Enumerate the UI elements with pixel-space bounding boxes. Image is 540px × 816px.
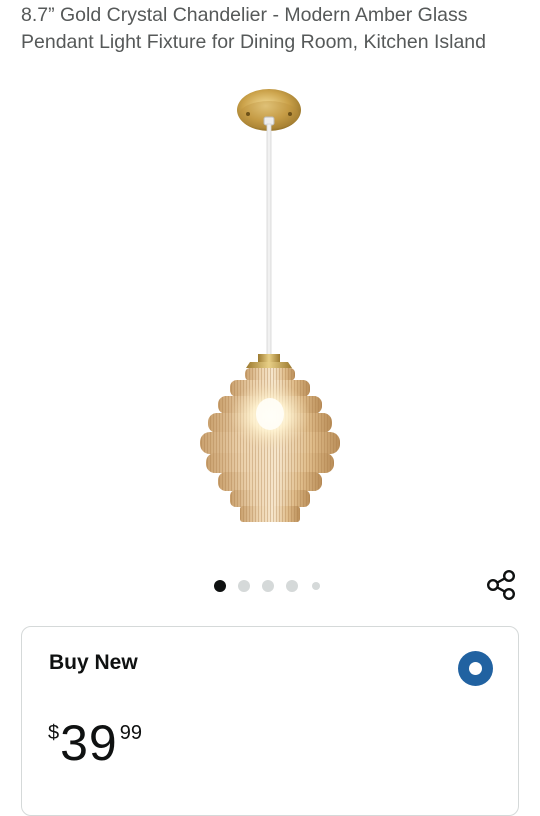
product-title: 8.7” Gold Crystal Chandelier - Modern Am… [21, 4, 487, 53]
price-fraction: 99 [119, 722, 142, 744]
radio-selected-indicator [469, 662, 482, 675]
image-carousel-dots[interactable] [214, 579, 332, 593]
pendant-light-icon [200, 89, 340, 522]
carousel-dot-1[interactable] [214, 580, 226, 592]
share-icon [486, 569, 516, 601]
share-button[interactable] [482, 566, 520, 604]
carousel-dot-3[interactable] [262, 580, 274, 592]
carousel-dot-4[interactable] [286, 580, 298, 592]
buy-new-label: Buy New [49, 651, 138, 674]
carousel-dot-2[interactable] [238, 580, 250, 592]
price-whole: 39 [60, 715, 118, 771]
buy-new-radio[interactable] [458, 651, 493, 686]
price: $ 39 99 [48, 715, 142, 771]
carousel-dot-5[interactable] [312, 582, 320, 590]
price-currency-symbol: $ [48, 722, 60, 744]
product-image[interactable] [150, 84, 390, 534]
